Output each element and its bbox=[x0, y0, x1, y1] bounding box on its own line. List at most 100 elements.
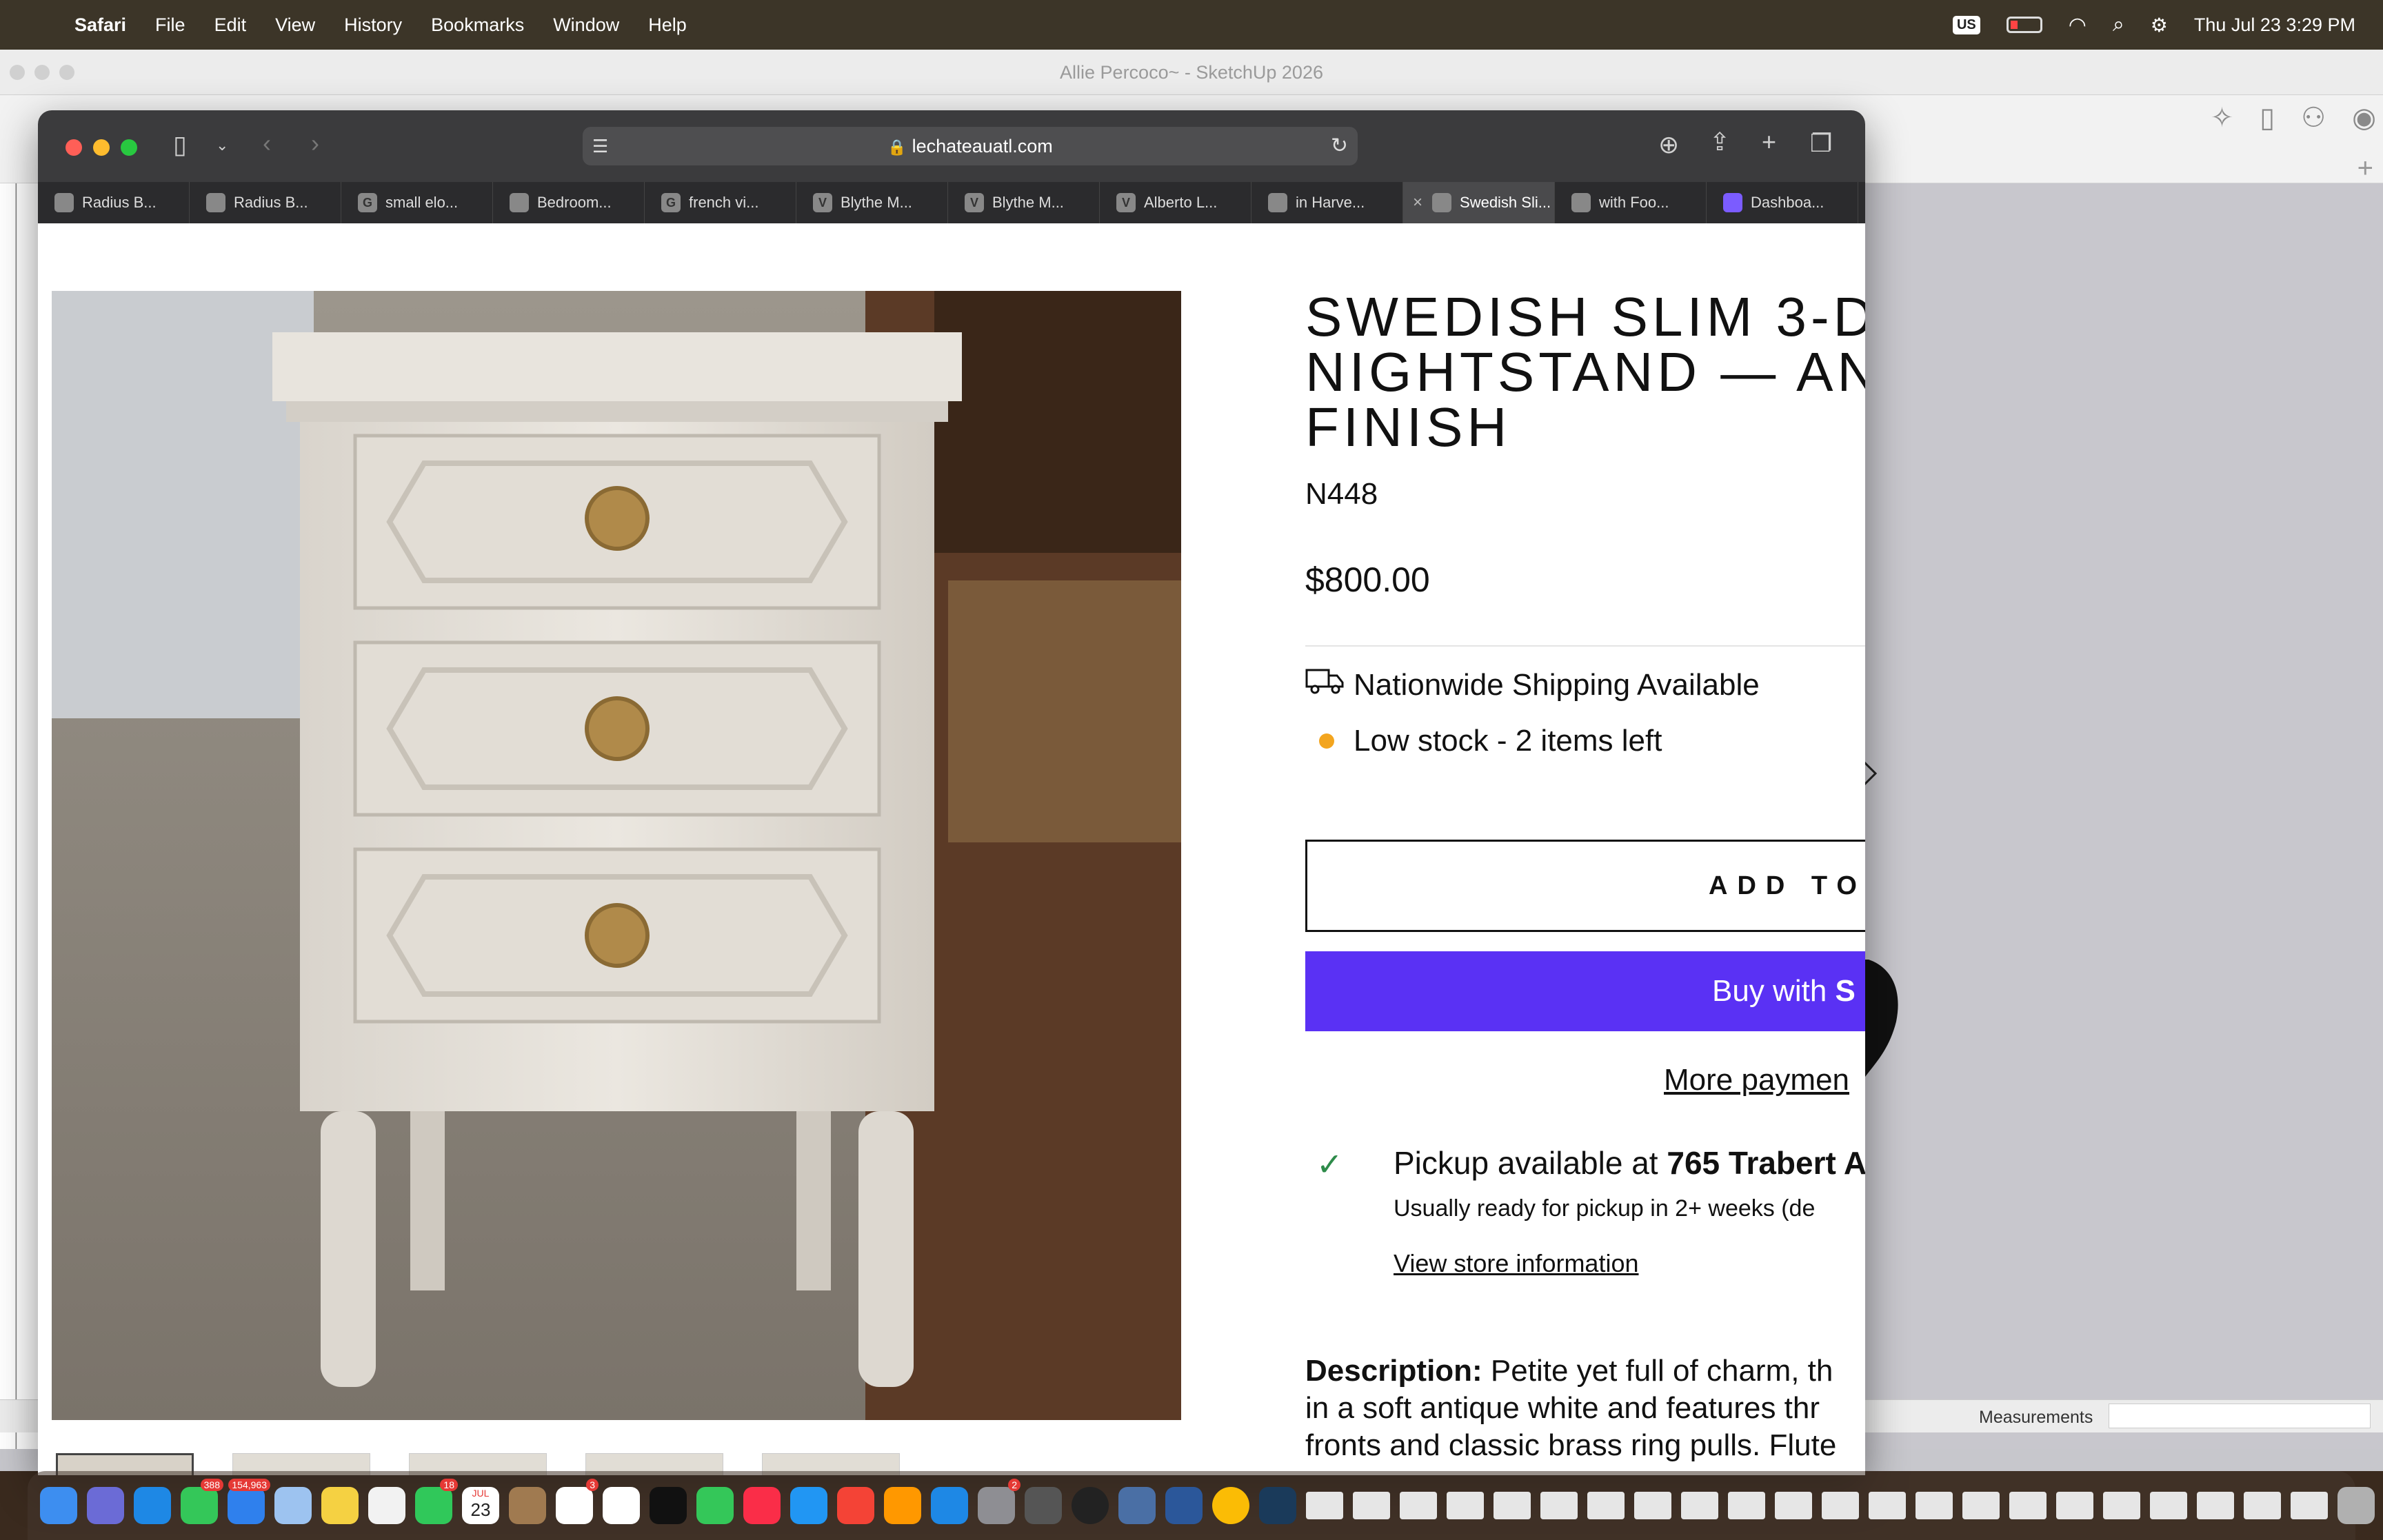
user-icon[interactable]: ◉ bbox=[2352, 102, 2376, 134]
minimized-window[interactable] bbox=[2244, 1492, 2281, 1519]
minimized-window[interactable] bbox=[2056, 1492, 2093, 1519]
calendar-icon[interactable]: JUL 23 bbox=[462, 1487, 499, 1524]
system-settings-icon[interactable]: 2 bbox=[978, 1479, 1020, 1524]
menu-help[interactable]: Help bbox=[648, 14, 687, 36]
tab[interactable]: with Foo... bbox=[1555, 182, 1707, 223]
minimized-window[interactable] bbox=[1447, 1492, 1484, 1519]
app-store-icon[interactable] bbox=[931, 1487, 968, 1524]
tab[interactable]: Radius B... bbox=[38, 182, 190, 223]
minimized-window[interactable] bbox=[1775, 1492, 1812, 1519]
buy-with-shop-button[interactable]: Buy with S bbox=[1305, 951, 1865, 1031]
wifi-icon[interactable]: ◠ bbox=[2069, 13, 2087, 37]
sketchup-minimize-button[interactable] bbox=[34, 65, 50, 80]
menu-history[interactable]: History bbox=[344, 14, 402, 36]
spotlight-search-icon[interactable]: ⌕ bbox=[2113, 13, 2124, 37]
minimized-window[interactable] bbox=[2150, 1492, 2187, 1519]
add-panel-icon[interactable]: + bbox=[2357, 153, 2373, 184]
tab-active[interactable]: × Swedish Sli... bbox=[1403, 182, 1555, 223]
minimized-window[interactable] bbox=[1353, 1492, 1390, 1519]
sidebar-toggle-icon[interactable]: ▯ bbox=[173, 132, 187, 157]
facetime-icon[interactable]: 18 bbox=[415, 1479, 458, 1524]
tab[interactable]: V Blythe M... bbox=[948, 182, 1100, 223]
reminders-icon[interactable]: 3 bbox=[556, 1479, 599, 1524]
view-store-information-link[interactable]: View store information bbox=[1394, 1249, 1639, 1278]
minimized-window[interactable] bbox=[1916, 1492, 1953, 1519]
finder-icon[interactable] bbox=[40, 1487, 77, 1524]
tab[interactable]: Radius B... bbox=[190, 182, 341, 223]
menu-view[interactable]: View bbox=[275, 14, 315, 36]
input-source-indicator[interactable]: US bbox=[1952, 15, 1980, 34]
minimized-window[interactable] bbox=[1869, 1492, 1906, 1519]
tab[interactable]: Gfrench vi... bbox=[645, 182, 796, 223]
minimized-window[interactable] bbox=[1822, 1492, 1859, 1519]
minimized-window[interactable] bbox=[1306, 1492, 1343, 1519]
trash-icon[interactable] bbox=[2337, 1487, 2375, 1524]
minimized-window[interactable] bbox=[2197, 1492, 2234, 1519]
mail-icon[interactable]: 154,963 bbox=[228, 1479, 270, 1524]
menu-edit[interactable]: Edit bbox=[214, 14, 247, 36]
add-to-cart-button[interactable]: ADD TO C bbox=[1305, 840, 1865, 932]
sidebar-chevron-down-icon[interactable]: ⌄ bbox=[216, 138, 228, 153]
page-menu-icon[interactable]: ☰ bbox=[592, 127, 608, 165]
tab-overview-icon[interactable]: ❐ bbox=[1810, 131, 1832, 156]
measurements-input[interactable] bbox=[2109, 1404, 2371, 1428]
menu-clock[interactable]: Thu Jul 23 3:29 PM bbox=[2194, 14, 2355, 36]
pages-icon[interactable] bbox=[884, 1487, 921, 1524]
people-icon[interactable]: ⚇ bbox=[2301, 102, 2326, 134]
new-tab-icon[interactable]: + bbox=[1762, 130, 1776, 154]
product-image[interactable] bbox=[52, 291, 1181, 1420]
battery-icon[interactable] bbox=[2006, 17, 2042, 33]
news-icon[interactable] bbox=[837, 1487, 874, 1524]
minimized-window[interactable] bbox=[1634, 1492, 1671, 1519]
close-tab-icon[interactable]: × bbox=[1413, 193, 1422, 212]
keynote-icon[interactable] bbox=[790, 1487, 827, 1524]
minimized-window[interactable] bbox=[2291, 1492, 2328, 1519]
minimized-window[interactable] bbox=[2103, 1492, 2140, 1519]
photos-icon[interactable] bbox=[368, 1487, 405, 1524]
menu-window[interactable]: Window bbox=[553, 14, 619, 36]
numbers-icon[interactable] bbox=[696, 1487, 734, 1524]
freeform-icon[interactable] bbox=[603, 1487, 640, 1524]
contacts-icon[interactable] bbox=[509, 1487, 546, 1524]
tab[interactable]: V Alberto L... bbox=[1100, 182, 1251, 223]
sparkle-icon[interactable]: ✧ bbox=[2211, 102, 2234, 134]
minimized-window[interactable] bbox=[1962, 1492, 2000, 1519]
messages-icon[interactable]: 388 bbox=[181, 1479, 223, 1524]
minimized-window[interactable] bbox=[2009, 1492, 2047, 1519]
tab[interactable]: in Harve... bbox=[1251, 182, 1403, 223]
minimized-window[interactable] bbox=[1494, 1492, 1531, 1519]
safari-icon[interactable] bbox=[134, 1487, 171, 1524]
more-payment-options-link[interactable]: More paymen bbox=[1664, 1063, 1849, 1097]
tab[interactable]: Bedroom... bbox=[493, 182, 645, 223]
minimized-window[interactable] bbox=[1728, 1492, 1765, 1519]
close-window-button[interactable] bbox=[66, 139, 82, 156]
sketchup-icon[interactable] bbox=[1259, 1487, 1296, 1524]
menu-file[interactable]: File bbox=[155, 14, 185, 36]
minimized-window[interactable] bbox=[1587, 1492, 1625, 1519]
sketchup-zoom-button[interactable] bbox=[59, 65, 74, 80]
address-bar[interactable]: ☰ 🔒 lechateauatl.com ↻ bbox=[583, 127, 1358, 165]
chrome-icon[interactable] bbox=[1212, 1487, 1249, 1524]
maps-icon[interactable] bbox=[274, 1487, 312, 1524]
document-icon[interactable]: ▯ bbox=[2260, 102, 2275, 134]
forward-icon[interactable]: › bbox=[311, 131, 319, 156]
tv-icon[interactable] bbox=[650, 1487, 687, 1524]
zoom-window-button[interactable] bbox=[121, 139, 137, 156]
music-icon[interactable] bbox=[743, 1487, 781, 1524]
sketchup-close-button[interactable] bbox=[10, 65, 25, 80]
back-icon[interactable]: ‹ bbox=[263, 131, 271, 156]
minimized-window[interactable] bbox=[1400, 1492, 1437, 1519]
minimize-window-button[interactable] bbox=[93, 139, 110, 156]
tab[interactable]: Dashboa... bbox=[1707, 182, 1858, 223]
preview-icon[interactable] bbox=[1118, 1487, 1156, 1524]
minimized-window[interactable] bbox=[1540, 1492, 1578, 1519]
minimized-window[interactable] bbox=[1681, 1492, 1718, 1519]
word-icon[interactable] bbox=[1165, 1487, 1203, 1524]
downloads-icon[interactable]: ⊕ bbox=[1658, 132, 1679, 157]
tab[interactable]: Gsmall elo... bbox=[341, 182, 493, 223]
menu-app-name[interactable]: Safari bbox=[74, 14, 126, 36]
app-icon[interactable] bbox=[1072, 1487, 1109, 1524]
share-icon[interactable]: ⇪ bbox=[1709, 130, 1730, 154]
app-icon[interactable] bbox=[1025, 1487, 1062, 1524]
reload-icon[interactable]: ↻ bbox=[1331, 127, 1348, 165]
